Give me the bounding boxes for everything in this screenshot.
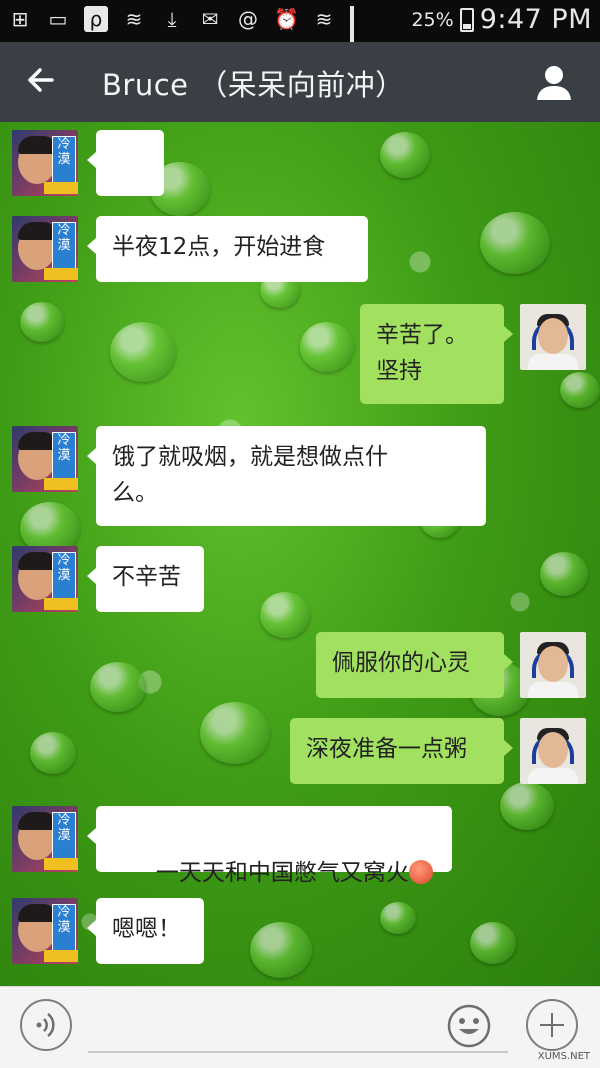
add-box-icon: ⊞ <box>11 7 29 31</box>
avatar[interactable]: 冷漠 <box>12 216 78 282</box>
status-bar: ⊞ ▭ ρ ≋ ⤓ ✉ @ ⏰ ≋ 25% 9:47 PM <box>0 0 600 76</box>
battery-icon <box>459 7 474 32</box>
message-bubble[interactable]: 嗯嗯！ <box>87 898 204 964</box>
avatar[interactable]: 冷漠 <box>12 426 78 492</box>
message-bubble[interactable]: 饿了就吸烟，就是想做点什 么。 <box>87 426 486 526</box>
input-bar: XUMS.NET <box>0 986 600 1068</box>
back-arrow-svg <box>28 68 54 92</box>
person-svg <box>537 66 571 100</box>
avatar[interactable] <box>520 718 586 784</box>
contact-profile-icon[interactable] <box>534 62 574 102</box>
voice-input-button[interactable] <box>20 999 72 1051</box>
p-app-icon: ρ <box>84 6 108 32</box>
avatar[interactable]: 冷漠 <box>12 898 78 964</box>
angry-face-icon <box>408 860 433 884</box>
alarm-icon: ⏰ <box>274 7 299 31</box>
watermark: XUMS.NET <box>537 1051 590 1062</box>
chat-title: Bruce （呆呆向前冲） <box>102 68 405 102</box>
clock: 9:47 PM <box>479 4 592 35</box>
wifi-icon: ≋ <box>125 7 143 31</box>
chat-area[interactable]: 冷漠 👍 冷漠 半夜12点，开始进食 辛苦了。 坚持 冷漠 饿了就吸烟，就是想做… <box>0 122 600 986</box>
sound-wave-icon <box>36 1013 55 1037</box>
status-icons: ⊞ ▭ ρ ≋ ⤓ ✉ @ ⏰ ≋ <box>8 6 376 76</box>
avatar[interactable]: 冷漠 <box>12 806 78 872</box>
mail-at-icon: @ <box>238 7 258 31</box>
chat-title-bar: Bruce （呆呆向前冲） <box>0 42 600 122</box>
message-bubble[interactable]: 半夜12点，开始进食 <box>87 216 368 282</box>
cell-signal-icon <box>350 6 376 76</box>
avatar[interactable] <box>520 632 586 698</box>
message-bubble[interactable]: 不辛苦 <box>87 546 204 612</box>
avatar[interactable]: 冷漠 <box>12 130 78 196</box>
message-bubble[interactable]: 佩服你的心灵 <box>316 632 513 698</box>
message-bubble[interactable]: 辛苦了。 坚持 <box>360 304 513 404</box>
more-options-button[interactable] <box>526 999 578 1051</box>
battery-percent: 25% <box>411 8 454 31</box>
status-right: 25% 9:47 PM <box>411 4 592 35</box>
message-bubble[interactable]: 👍 <box>87 130 164 249</box>
back-arrow-icon[interactable] <box>22 60 66 104</box>
emoji-button-icon[interactable] <box>446 1003 492 1049</box>
wifi-signal-icon: ≋ <box>315 7 333 31</box>
smiley-svg <box>447 1004 491 1048</box>
message-input[interactable] <box>88 1051 508 1053</box>
mail-icon: ✉ <box>201 7 219 31</box>
download-icon: ⤓ <box>167 7 177 31</box>
phone-check-icon: ▭ <box>48 7 68 31</box>
message-bubble[interactable]: 深夜准备一点粥 <box>290 718 513 784</box>
message-text: 一天天和中国憋气又窝火 <box>155 860 409 886</box>
avatar[interactable] <box>520 304 586 370</box>
message-bubble[interactable]: 一天天和中国憋气又窝火 <box>87 806 452 886</box>
avatar[interactable]: 冷漠 <box>12 546 78 612</box>
